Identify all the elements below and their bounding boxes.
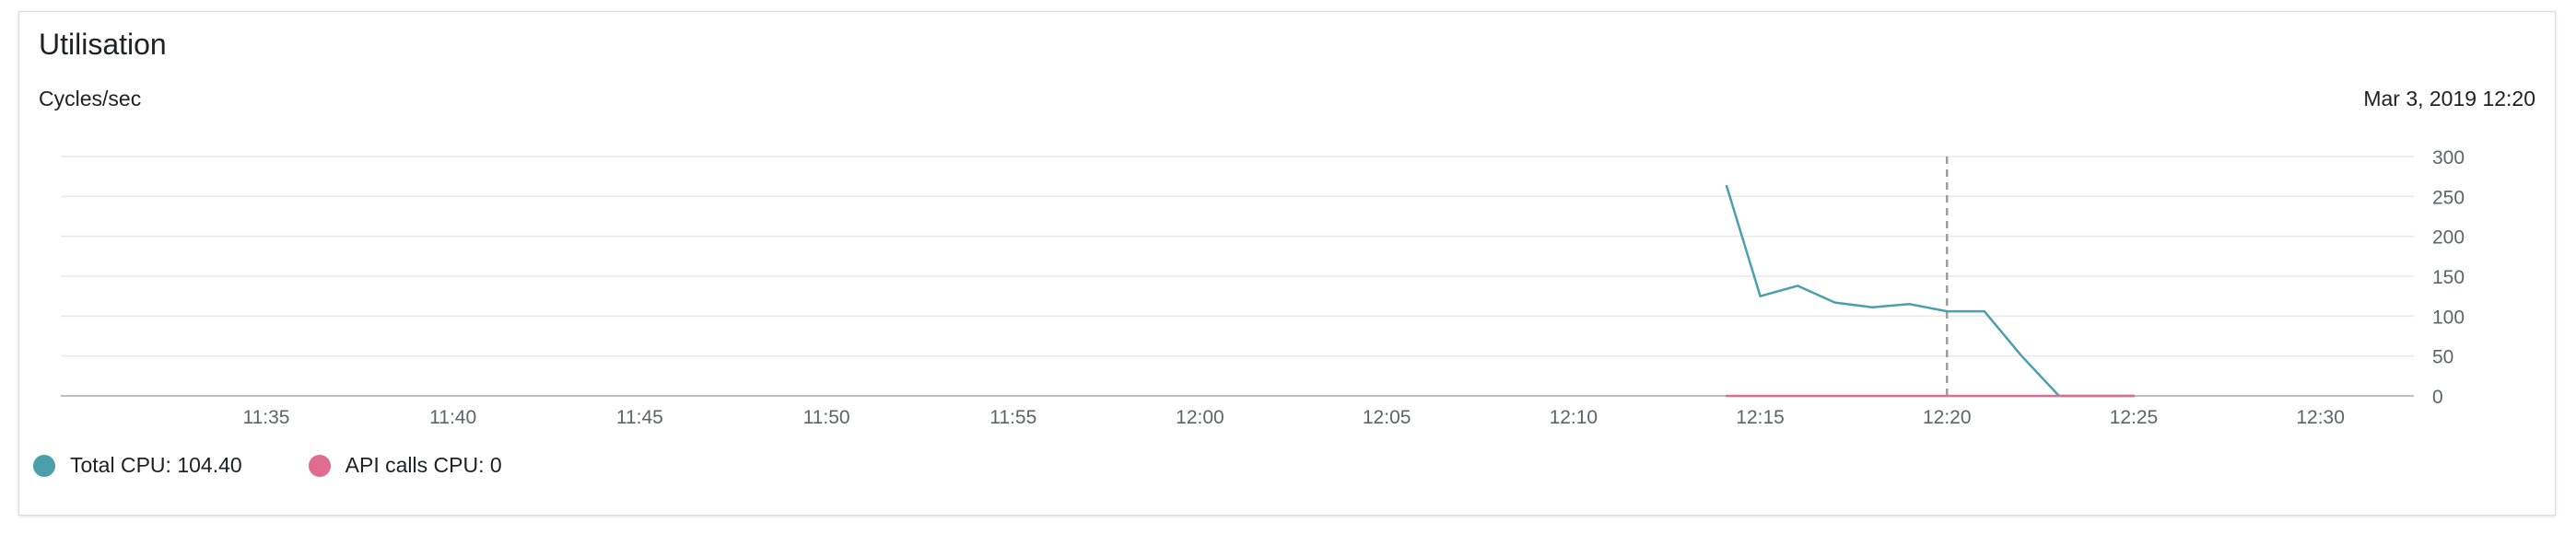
y-tick-label-200: 200 <box>2432 227 2465 249</box>
legend-item-api-calls-cpu[interactable]: API calls CPU: 0 <box>308 453 502 478</box>
x-tick-label-1145: 11:45 <box>616 407 663 428</box>
legend-label-total-cpu: Total CPU: 104.40 <box>70 453 242 477</box>
x-tick-label-1220: 12:20 <box>1923 407 1972 428</box>
series-line-total-cpu <box>1725 184 2136 398</box>
legend-item-total-cpu[interactable]: Total CPU: 104.40 <box>33 453 242 478</box>
x-tick-label-1225: 12:25 <box>2110 407 2159 428</box>
x-tick-label-1135: 11:35 <box>242 407 289 428</box>
y-tick-label-150: 150 <box>2432 267 2465 288</box>
x-tick-label-1140: 11:40 <box>429 407 476 428</box>
total-cpu-dot-icon <box>33 454 55 477</box>
x-tick-label-1205: 12:05 <box>1363 407 1411 428</box>
x-tick-label-1150: 11:50 <box>803 407 850 428</box>
x-tick-label-1155: 11:55 <box>989 407 1036 428</box>
x-tick-label-1215: 12:15 <box>1736 407 1785 428</box>
y-tick-label-0: 0 <box>2432 387 2443 408</box>
y-tick-label-100: 100 <box>2432 307 2465 328</box>
chart-legend: Total CPU: 104.40 API calls CPU: 0 <box>33 453 568 478</box>
x-tick-label-1210: 12:10 <box>1550 407 1598 428</box>
x-tick-label-1200: 12:00 <box>1176 407 1224 428</box>
legend-label-api-calls-cpu: API calls CPU: 0 <box>345 453 502 477</box>
api-calls-cpu-dot-icon <box>308 454 331 477</box>
x-tick-label-1230: 12:30 <box>2296 407 2345 428</box>
y-tick-label-300: 300 <box>2432 147 2465 168</box>
y-tick-label-250: 250 <box>2432 187 2465 208</box>
y-tick-label-50: 50 <box>2432 347 2453 368</box>
